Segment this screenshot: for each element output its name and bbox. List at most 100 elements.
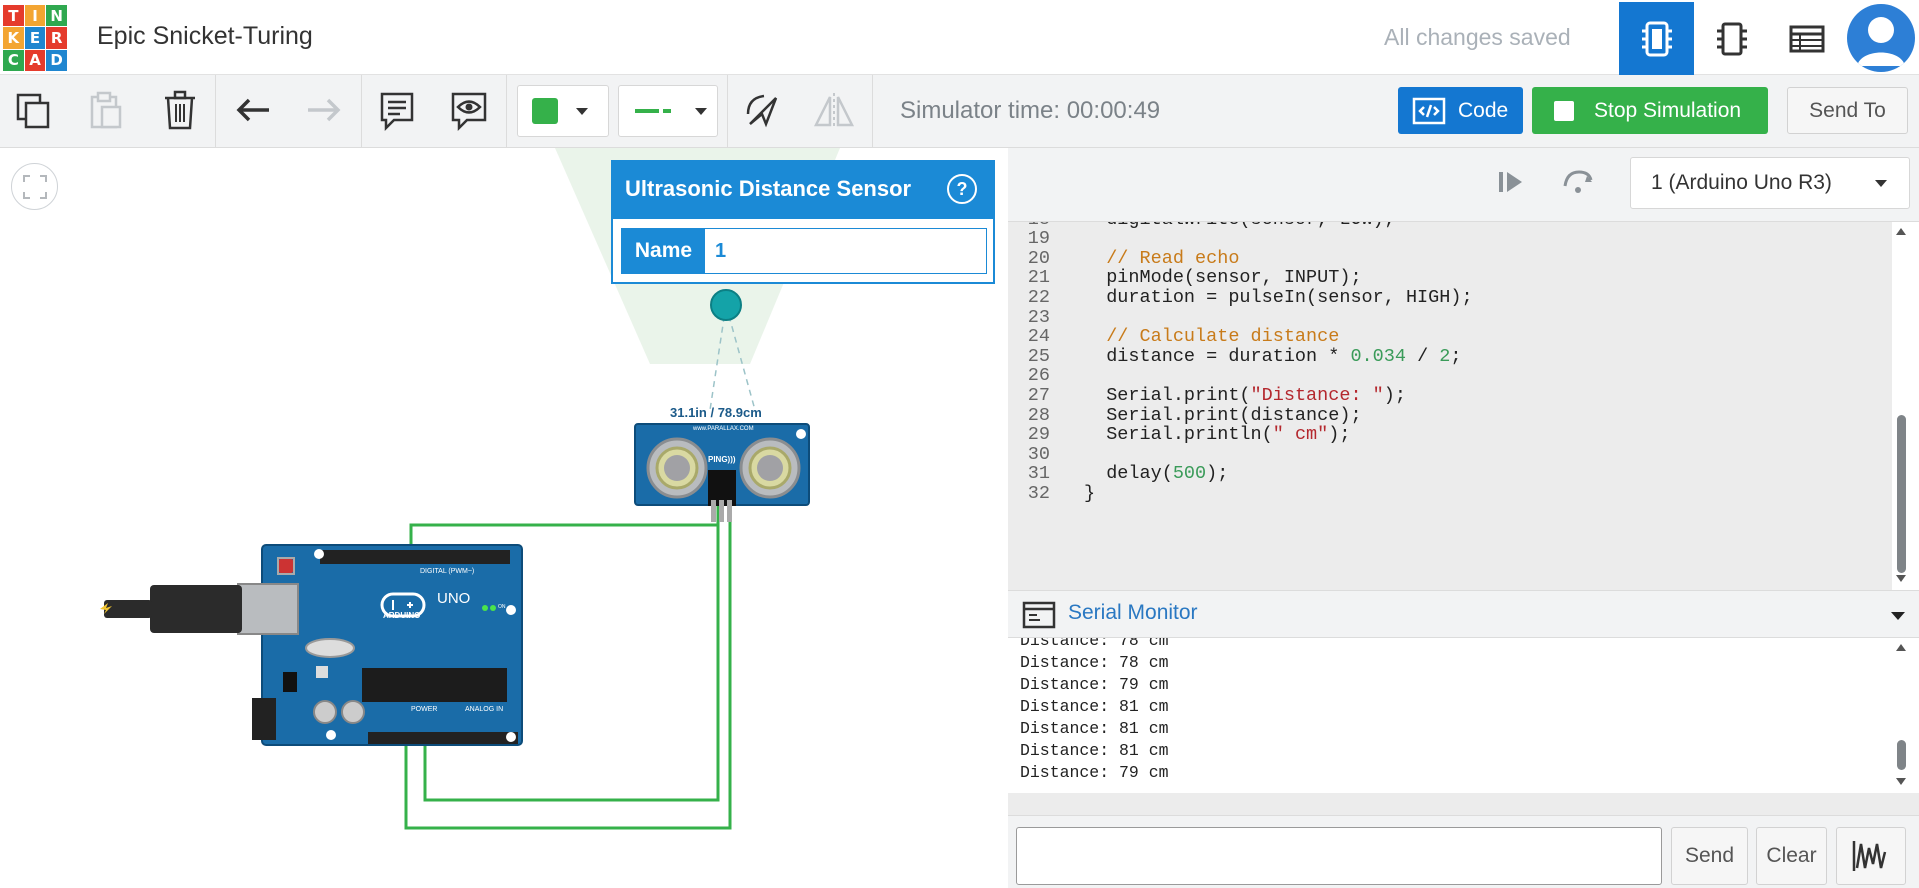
graph-icon	[1852, 841, 1887, 871]
chevron-down-icon	[695, 107, 707, 115]
digital-pins-label: DIGITAL (PWM~)	[420, 568, 475, 575]
serial-send-button[interactable]: Send	[1671, 827, 1748, 885]
wire-type-icon	[635, 109, 671, 113]
tinkercad-logo[interactable]: TINKERCAD	[3, 5, 67, 71]
serial-output-line: Distance: 79 cm	[1020, 675, 1169, 694]
chevron-down-icon	[1875, 180, 1887, 187]
send-to-button[interactable]: Send To	[1787, 87, 1908, 134]
logo-letter: K	[3, 27, 24, 49]
toolbar-divider	[506, 75, 507, 148]
step-over-button[interactable]	[1561, 166, 1595, 201]
circuit-view-icon	[1641, 21, 1672, 56]
serial-scrollbar[interactable]	[1892, 638, 1911, 793]
logo-letter: N	[46, 5, 67, 27]
toolbar-divider	[727, 75, 728, 148]
circuit-view-button[interactable]	[1619, 2, 1694, 75]
chevron-down-icon[interactable]	[1891, 612, 1905, 620]
name-field[interactable]: Name 1	[621, 228, 987, 274]
trash-icon	[165, 90, 195, 130]
sensor-brand-label: www.PARALLAX.COM	[693, 426, 754, 432]
distance-readout: 31.1in / 78.9cm	[670, 405, 762, 420]
fit-view-icon	[22, 174, 47, 199]
step-icon	[1499, 172, 1522, 192]
notes-button[interactable]	[375, 85, 419, 137]
logo-letter: D	[46, 49, 67, 71]
serial-output-line: Distance: 78 cm	[1020, 638, 1169, 650]
delete-button[interactable]	[158, 85, 202, 137]
scroll-down-icon	[1896, 778, 1906, 785]
stop-icon	[1554, 100, 1574, 121]
simulator-time: Simulator time: 00:00:49	[900, 97, 1161, 124]
logo-letter: I	[24, 5, 46, 27]
code-text: }	[1084, 482, 1096, 504]
flip-icon	[813, 93, 855, 129]
code-editor[interactable]: 18 digitalWrite(sensor, LOW);1920 // Rea…	[1008, 222, 1892, 590]
serial-footer-gap	[1008, 793, 1919, 815]
serial-plotter-button[interactable]	[1836, 827, 1906, 885]
wire-color-swatch	[532, 98, 558, 124]
code-scrollbar[interactable]	[1892, 222, 1911, 590]
target-object	[710, 289, 742, 321]
component-list-icon	[1716, 22, 1747, 55]
device-dropdown-value: 1 (Arduino Uno R3)	[1651, 171, 1832, 194]
serial-output: Distance: 78 cm Distance: 78 cm Distance: …	[1008, 638, 1892, 793]
power-pins-label: POWER	[411, 706, 438, 713]
code-icon	[1412, 97, 1446, 124]
code-line[interactable]: 32}	[1008, 481, 1892, 505]
serial-output-line: Distance: 81 cm	[1020, 697, 1169, 716]
undo-icon	[236, 98, 269, 122]
arduino-board	[261, 544, 523, 746]
code-scroll-thumb[interactable]	[1897, 415, 1906, 573]
rotate-icon	[746, 94, 778, 128]
code-button-label: Code	[1458, 98, 1509, 122]
help-icon[interactable]: ?	[947, 174, 977, 204]
power-on-label: ON	[498, 604, 506, 610]
logo-letter: E	[24, 27, 46, 49]
logo-letter: T	[3, 5, 24, 27]
undo-button[interactable]	[232, 85, 276, 137]
logo-letter: C	[3, 49, 24, 71]
stop-simulation-button[interactable]: Stop Simulation	[1532, 87, 1768, 134]
serial-input[interactable]	[1016, 827, 1662, 885]
sensor-name-label: PING)))	[708, 455, 736, 464]
user-avatar[interactable]	[1847, 4, 1915, 72]
save-status: All changes saved	[1384, 24, 1571, 50]
project-title[interactable]: Epic Snicket-Turing	[97, 22, 313, 51]
serial-monitor-icon	[1022, 601, 1056, 629]
logo-letter: R	[46, 27, 67, 49]
serial-scroll-thumb[interactable]	[1897, 740, 1906, 770]
serial-clear-button[interactable]: Clear	[1756, 827, 1827, 885]
step-button[interactable]	[1496, 168, 1526, 201]
toolbar-divider	[215, 75, 216, 148]
rotate-button[interactable]	[741, 85, 785, 137]
board-name-label: UNO	[437, 590, 471, 607]
serial-output-line: Distance: 79 cm	[1020, 763, 1169, 782]
step-over-icon	[1563, 170, 1593, 193]
eye-note-icon	[451, 92, 487, 132]
code-button[interactable]: Code	[1398, 87, 1523, 134]
zoom-to-fit-button[interactable]	[11, 163, 58, 210]
ultrasonic-sensor	[634, 423, 810, 522]
line-number: 32	[1027, 482, 1050, 504]
name-field-value[interactable]: 1	[705, 229, 986, 273]
inspector-header: Ultrasonic Distance Sensor ?	[613, 162, 993, 219]
stop-simulation-label: Stop Simulation	[1594, 98, 1742, 122]
table-view-icon	[1789, 25, 1824, 52]
notes-visibility-button[interactable]	[447, 85, 491, 137]
wire-color-dropdown[interactable]	[517, 85, 609, 137]
top-bar: TINKERCAD Epic Snicket-Turing All change…	[0, 0, 1919, 75]
component-inspector: Ultrasonic Distance Sensor ? Name 1	[611, 160, 995, 284]
paste-icon	[90, 91, 122, 129]
component-list-button[interactable]	[1694, 2, 1769, 75]
serial-output-line: Distance: 81 cm	[1020, 741, 1169, 760]
device-dropdown[interactable]: 1 (Arduino Uno R3)	[1630, 157, 1910, 209]
scroll-up-icon	[1896, 228, 1906, 235]
schematic-table-button[interactable]	[1769, 2, 1844, 75]
redo-button[interactable]	[301, 85, 345, 137]
flip-button[interactable]	[812, 85, 856, 137]
inspector-title: Ultrasonic Distance Sensor	[625, 176, 912, 201]
copy-button[interactable]	[12, 85, 56, 137]
paste-button[interactable]	[84, 85, 128, 137]
wire-type-dropdown[interactable]	[618, 85, 718, 137]
name-field-label: Name	[622, 229, 705, 273]
